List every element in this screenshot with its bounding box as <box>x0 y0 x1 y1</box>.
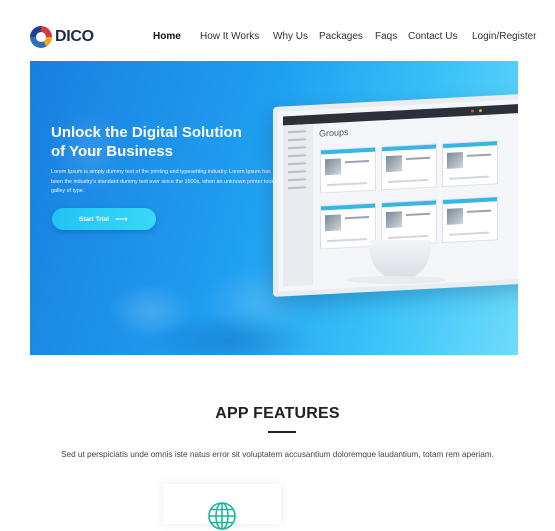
hero-title: Unlock the Digital Solution of Your Busi… <box>51 123 311 161</box>
nav-faqs[interactable]: Faqs <box>375 31 397 42</box>
app-screen-title: Groups <box>319 127 349 139</box>
features-description: Sed ut perspiciatis unde omnis iste natu… <box>61 450 494 459</box>
site-header: DICO Home How It Works Why Us Packages F… <box>0 0 555 60</box>
main-nav: Home How It Works Why Us Packages Faqs C… <box>0 31 555 45</box>
features-heading-bold: FEATURES <box>253 405 340 422</box>
hero-banner: Unlock the Digital Solution of Your Busi… <box>30 61 518 355</box>
group-card <box>381 143 437 191</box>
group-card <box>442 140 498 188</box>
globe-icon <box>208 502 236 530</box>
group-card <box>320 146 376 194</box>
nav-packages[interactable]: Packages <box>319 31 363 42</box>
group-card <box>320 202 376 250</box>
start-trial-label: Start Trial <box>79 215 109 223</box>
start-trial-button[interactable]: Start Trial ⟶ <box>52 208 156 230</box>
app-sidebar <box>283 123 313 287</box>
features-heading: APP FEATURES <box>0 405 555 423</box>
nav-contact-us[interactable]: Contact Us <box>408 31 457 42</box>
hero-title-line-2: of Your Business <box>51 143 173 160</box>
hero-title-line-1: Unlock the Digital Solution <box>51 124 242 141</box>
group-card <box>442 196 498 244</box>
nav-why-us[interactable]: Why Us <box>273 31 308 42</box>
features-heading-light: APP <box>215 405 249 422</box>
nav-home[interactable]: Home <box>153 31 181 42</box>
monitor-base <box>346 276 446 284</box>
arrow-right-icon: ⟶ <box>114 213 128 224</box>
heading-underline <box>268 431 296 433</box>
app-topbar <box>283 103 518 126</box>
hero-description: Lorem Ipsum is simply dummy text of the … <box>51 169 279 194</box>
notification-dot-icon <box>479 109 482 113</box>
notification-dot-icon <box>471 109 474 113</box>
nav-login-register[interactable]: Login/Register <box>472 31 536 42</box>
nav-how-it-works[interactable]: How It Works <box>200 31 259 42</box>
